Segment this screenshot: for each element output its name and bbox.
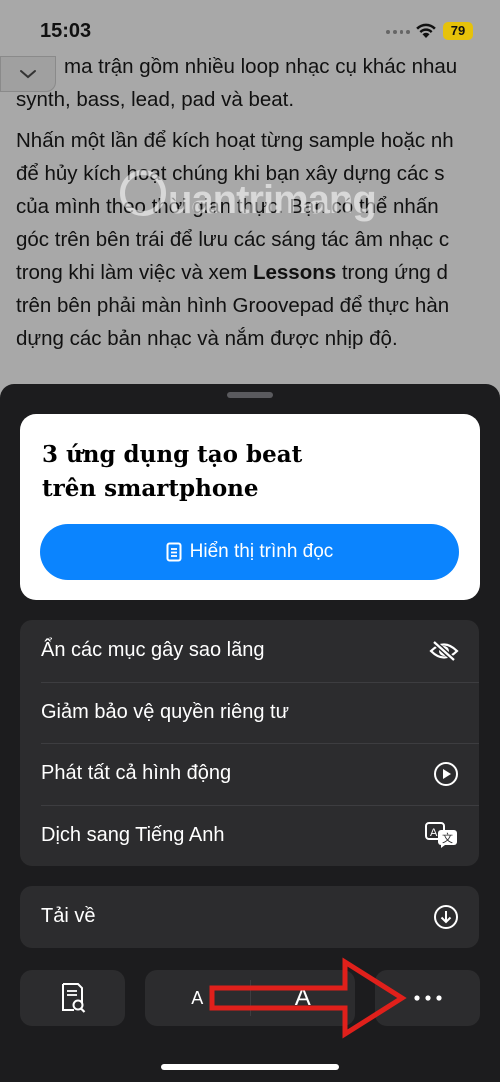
translate-icon: A 文: [425, 822, 459, 849]
eye-slash-icon: [429, 639, 459, 662]
menu-item-label: Phát tất cả hình động: [41, 762, 232, 785]
page-info-card: 3 ứng dụng tạo beat trên smartphone Hiển…: [20, 414, 480, 600]
svg-text:文: 文: [442, 831, 453, 845]
translate-english-item[interactable]: Dịch sang Tiếng Anh A 文: [20, 804, 479, 867]
article-line: góc trên bên trái để lưu các sáng tác âm…: [16, 228, 450, 251]
chevron-down-icon: [20, 70, 36, 79]
svg-text:A: A: [430, 827, 438, 839]
article-line: dựng các bản nhạc và nắm được nhịp độ.: [16, 327, 398, 350]
article-line: synth, bass, lead, pad và beat.: [16, 88, 295, 111]
article-line: trên bên phải màn hình Groovepad để thực…: [16, 294, 450, 317]
ellipsis-icon: [413, 995, 442, 1001]
status-dots-icon: [386, 30, 410, 35]
page-title: 3 ứng dụng tạo beat trên smartphone: [42, 438, 462, 506]
download-circle-icon: [433, 904, 459, 930]
home-indicator: [161, 1064, 339, 1070]
article-background: ma trận gồm nhiều loop nhạc cụ khác nhau…: [0, 0, 500, 400]
wifi-icon: [416, 23, 436, 38]
show-reader-button[interactable]: Hiển thị trình đọc: [40, 524, 459, 580]
menu-item-label: Dịch sang Tiếng Anh: [41, 823, 225, 846]
increase-text-size-button[interactable]: A: [251, 970, 356, 1026]
download-item[interactable]: Tải về: [20, 886, 479, 948]
menu-item-label: Tải về: [41, 905, 96, 928]
menu-item-label: Giảm bảo vệ quyền riêng tư: [41, 700, 289, 723]
decrease-text-size-button[interactable]: A: [145, 970, 250, 1026]
sheet-grabber[interactable]: [227, 392, 273, 398]
find-in-page-icon: [61, 983, 85, 1013]
play-circle-icon: [433, 761, 459, 787]
download-group: Tải về: [20, 886, 479, 948]
battery-indicator: 79: [443, 22, 473, 40]
find-on-page-button[interactable]: [20, 970, 125, 1026]
hide-distractions-item[interactable]: Ẩn các mục gây sao lãng: [20, 620, 479, 682]
watermark-text: uantrimang: [168, 178, 377, 222]
collapse-button[interactable]: [0, 56, 56, 92]
large-a-label: A: [294, 984, 311, 1011]
watermark-logo-ring: [120, 170, 166, 216]
more-button[interactable]: [375, 970, 480, 1026]
article-line: trong khi làm việc và xem Lessons trong …: [16, 261, 448, 284]
page-title-line: 3 ứng dụng tạo beat: [42, 441, 303, 468]
page-options-group: Ẩn các mục gây sao lãng Giảm bảo vệ quyề…: [20, 620, 479, 866]
text-size-group: A A: [145, 970, 355, 1026]
article-line: Nhấn một lần để kích hoạt từng sample ho…: [16, 129, 454, 152]
page-title-line: trên smartphone: [42, 475, 259, 502]
status-bar: 15:03 79: [0, 0, 500, 56]
document-icon: [166, 542, 182, 562]
small-a-label: A: [191, 987, 204, 1008]
menu-item-label: Ẩn các mục gây sao lãng: [41, 639, 265, 662]
play-all-animations-item[interactable]: Phát tất cả hình động: [20, 743, 479, 805]
show-reader-label: Hiển thị trình đọc: [189, 541, 334, 562]
page-menu-sheet: 3 ứng dụng tạo beat trên smartphone Hiển…: [0, 384, 500, 1082]
status-time: 15:03: [40, 20, 92, 42]
reduce-privacy-protection-item[interactable]: Giảm bảo vệ quyền riêng tư: [20, 681, 479, 744]
